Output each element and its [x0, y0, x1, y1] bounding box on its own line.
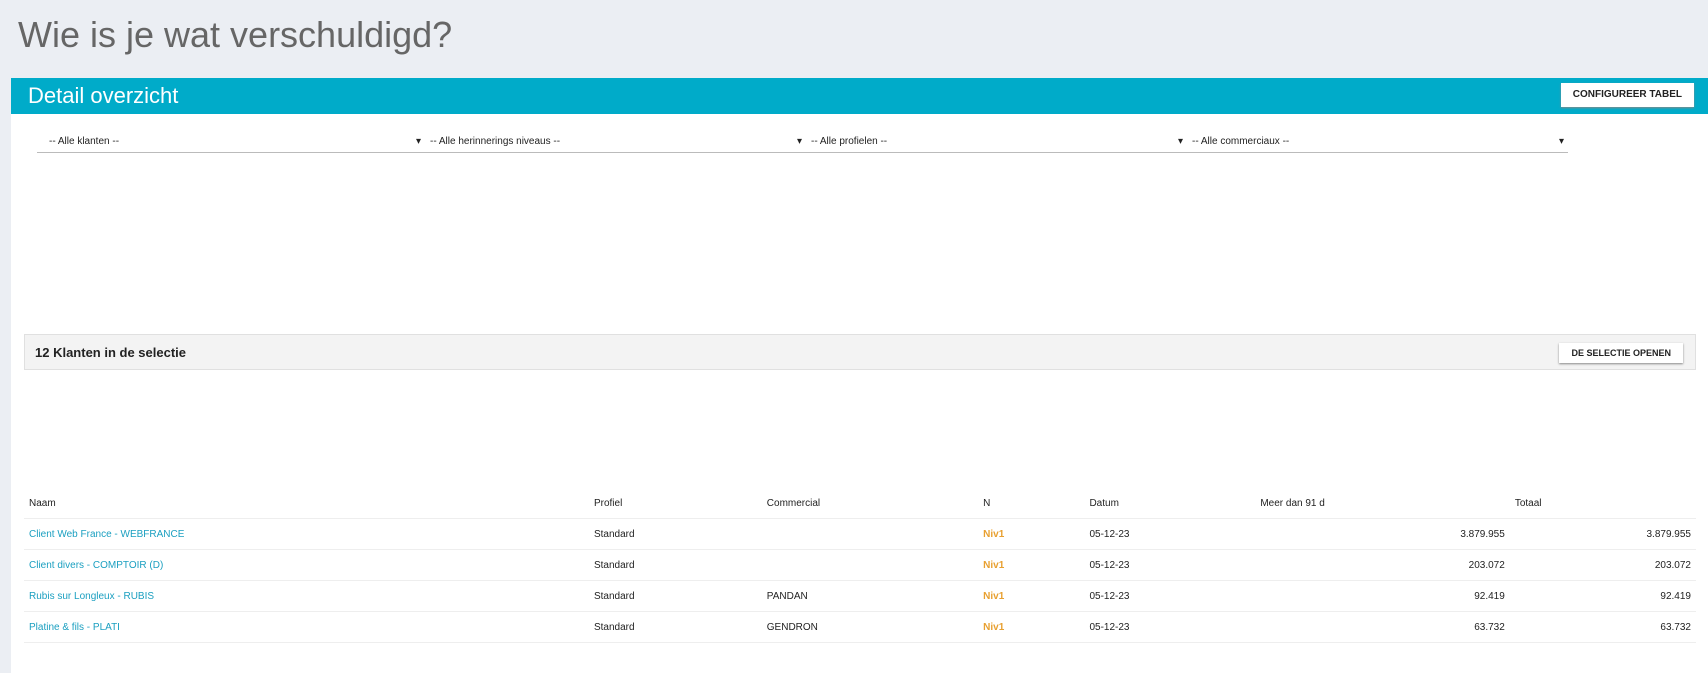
filter-commerciaux-label: -- Alle commerciaux --: [1192, 136, 1290, 147]
page-title: Wie is je wat verschuldigd?: [18, 14, 453, 55]
date-cell: 05-12-23: [1084, 580, 1256, 612]
column-header[interactable]: Naam: [24, 488, 589, 519]
overdue-91-cell: 3.879.955: [1255, 518, 1510, 550]
table-row: Client Web France - WEBFRANCE Standard N…: [24, 518, 1696, 550]
filter-customers-label: -- Alle klanten --: [49, 136, 120, 147]
commercial-cell: GENDRON: [761, 611, 979, 643]
column-header[interactable]: Totaal: [1509, 488, 1696, 519]
customer-link[interactable]: Platine & fils - PLATI: [24, 611, 589, 643]
table-header-row: Naam Profiel Commercial N Datum Meer dan…: [24, 488, 1696, 519]
customer-link[interactable]: Client divers - COMPTOIR (D): [24, 549, 589, 581]
filter-commerciaux[interactable]: -- Alle commerciaux -- ▾: [1180, 132, 1568, 153]
date-cell: 05-12-23: [1084, 549, 1256, 581]
selection-count: 12 Klanten in de selectie: [35, 345, 187, 360]
column-header[interactable]: Profiel: [588, 488, 762, 519]
commercial-cell: [761, 518, 979, 550]
total-cell: 63.732: [1509, 611, 1696, 643]
panel-header: Detail overzicht CONFIGUREER TABEL: [11, 78, 1708, 114]
customer-link[interactable]: Client Web France - WEBFRANCE: [24, 518, 589, 550]
filter-reminder-levels[interactable]: -- Alle herinnerings niveaus -- ▾: [418, 132, 806, 153]
date-cell: 05-12-23: [1084, 518, 1256, 550]
table-row: Platine & fils - PLATI Standard GENDRON …: [24, 611, 1696, 643]
column-header[interactable]: Datum: [1084, 488, 1256, 519]
total-cell: 203.072: [1509, 549, 1696, 581]
commercial-cell: [761, 549, 979, 581]
overdue-91-cell: 92.419: [1255, 580, 1510, 612]
filter-customers[interactable]: -- Alle klanten -- ▾: [37, 132, 425, 153]
reminder-level-cell: Niv1: [978, 549, 1085, 581]
detail-panel: Detail overzicht CONFIGUREER TABEL -- Al…: [11, 78, 1708, 673]
date-cell: 05-12-23: [1084, 611, 1256, 643]
filter-profiles-label: -- Alle profielen --: [811, 136, 888, 147]
filter-reminder-levels-label: -- Alle herinnerings niveaus --: [430, 136, 561, 147]
column-header[interactable]: N: [978, 488, 1085, 519]
profile-cell: Standard: [588, 549, 762, 581]
dropdown-arrow-icon: ▾: [1558, 136, 1564, 147]
total-cell: 3.879.955: [1509, 518, 1696, 550]
profile-cell: Standard: [588, 580, 762, 612]
total-cell: 92.419: [1509, 580, 1696, 612]
filter-profiles[interactable]: -- Alle profielen -- ▾: [799, 132, 1187, 153]
column-header[interactable]: Meer dan 91 d: [1255, 488, 1510, 519]
reminder-level-cell: Niv1: [978, 518, 1085, 550]
table-row: Rubis sur Longleux - RUBIS Standard PAND…: [24, 580, 1696, 612]
configure-table-button[interactable]: CONFIGUREER TABEL: [1560, 83, 1694, 107]
table-row: Client divers - COMPTOIR (D) Standard Ni…: [24, 549, 1696, 581]
panel-title: Detail overzicht: [28, 83, 179, 108]
debtor-table: Naam Profiel Commercial N Datum Meer dan…: [24, 488, 1696, 643]
reminder-level-cell: Niv1: [978, 611, 1085, 643]
reminder-level-cell: Niv1: [978, 580, 1085, 612]
profile-cell: Standard: [588, 518, 762, 550]
overdue-91-cell: 63.732: [1255, 611, 1510, 643]
open-selection-button[interactable]: DE SELECTIE OPENEN: [1559, 343, 1683, 363]
profile-cell: Standard: [588, 611, 762, 643]
overdue-91-cell: 203.072: [1255, 549, 1510, 581]
column-header[interactable]: Commercial: [761, 488, 979, 519]
commercial-cell: PANDAN: [761, 580, 979, 612]
customer-link[interactable]: Rubis sur Longleux - RUBIS: [24, 580, 589, 612]
selection-summary-bar: 12 Klanten in de selectie DE SELECTIE OP…: [24, 334, 1696, 370]
